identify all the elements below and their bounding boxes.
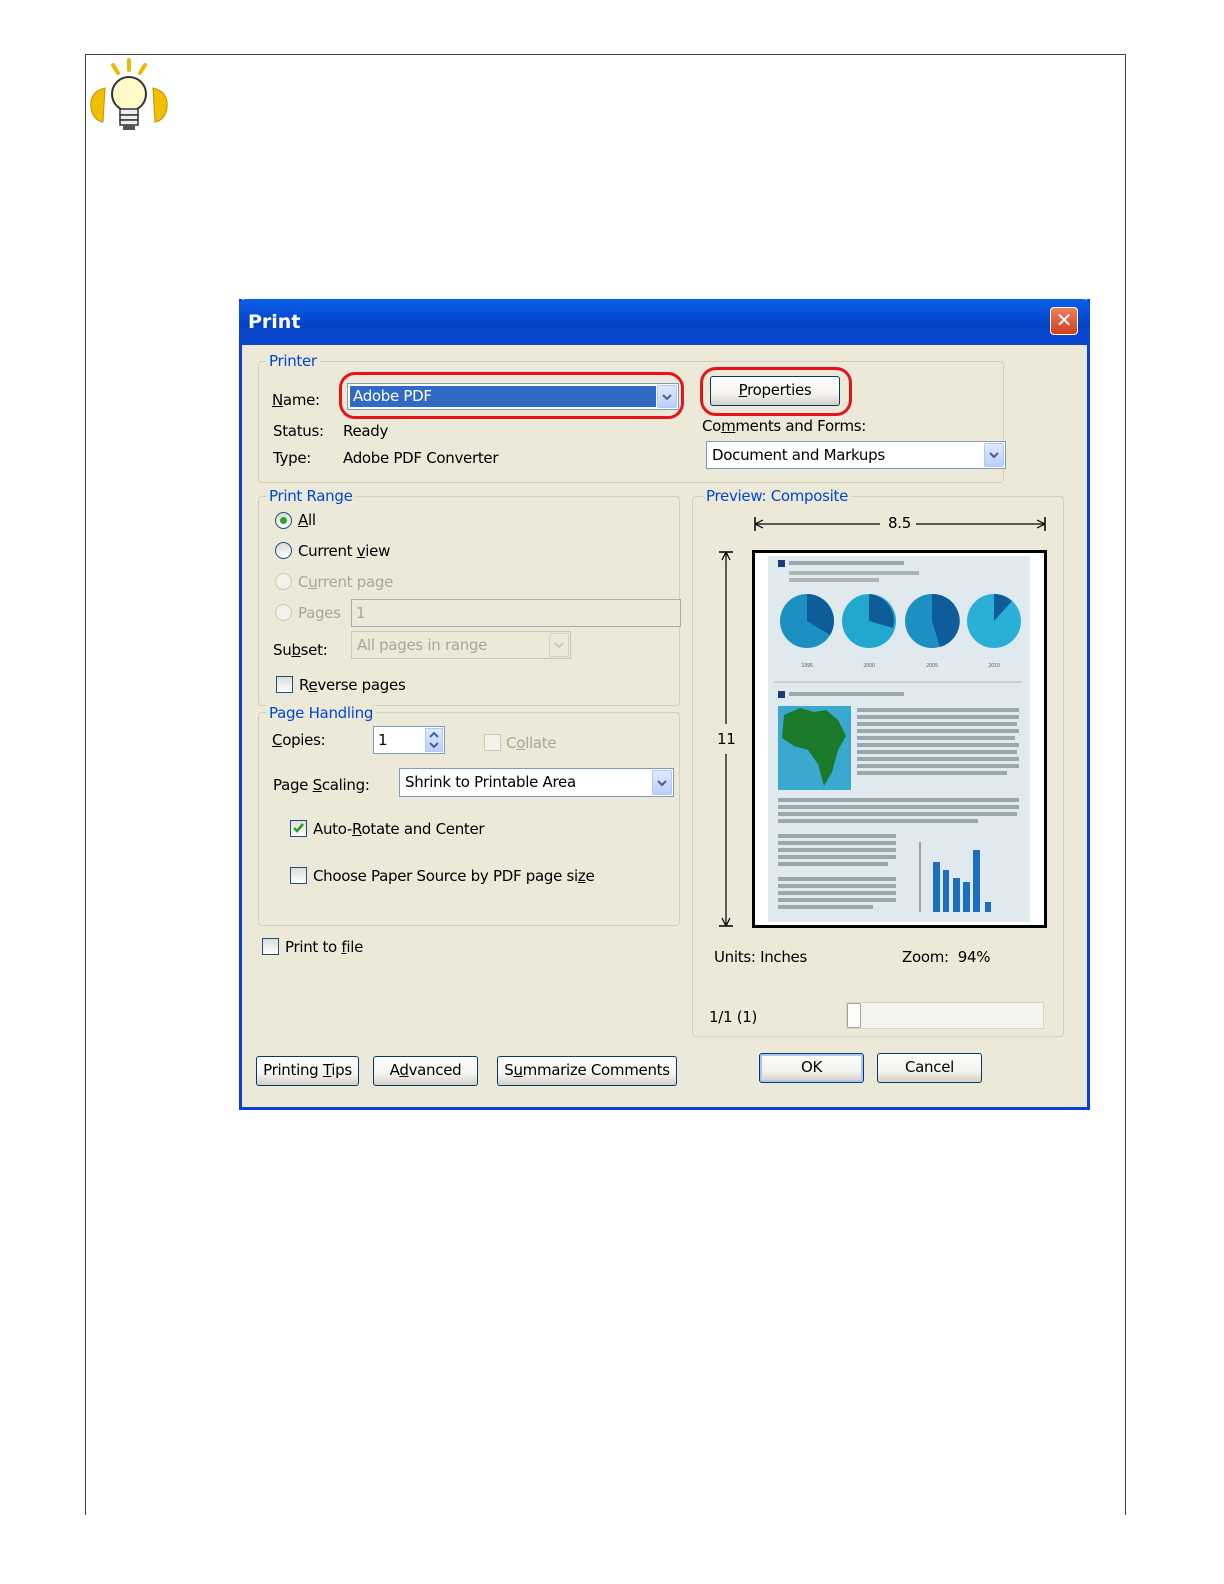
- pages-radio[interactable]: [275, 604, 292, 621]
- subset-label: Subset:: [273, 641, 328, 659]
- all-label[interactable]: All: [298, 511, 316, 529]
- scaling-select[interactable]: Shrink to Printable Area: [399, 768, 674, 797]
- chevron-down-icon[interactable]: [984, 443, 1004, 467]
- page-indicator: 1/1 (1): [709, 1008, 758, 1026]
- print-to-file-checkbox[interactable]: [262, 938, 279, 955]
- cancel-button[interactable]: Cancel: [877, 1053, 982, 1083]
- name-highlight-ring: [339, 372, 684, 419]
- pages-label: Pages: [298, 604, 341, 622]
- lightbulb-icon: [90, 58, 168, 130]
- slider-thumb[interactable]: [847, 1003, 861, 1028]
- year-label-2: 2000: [863, 663, 875, 669]
- subset-select[interactable]: All pages in range: [351, 631, 571, 659]
- year-label-4: 2010: [988, 663, 1000, 669]
- advanced-button[interactable]: Advanced: [373, 1056, 478, 1086]
- page-preview: 1995 2000 2005 2010: [752, 550, 1047, 928]
- scaling-label: Page Scaling:: [273, 776, 370, 794]
- summarize-comments-button[interactable]: Summarize Comments: [497, 1056, 677, 1086]
- pages-value: 1: [356, 604, 366, 622]
- title-bar: Print ✕: [239, 299, 1090, 345]
- chevron-down-icon[interactable]: [652, 770, 672, 795]
- all-radio[interactable]: [275, 512, 292, 529]
- comments-label: Comments and Forms:: [702, 417, 867, 435]
- printing-tips-button[interactable]: Printing Tips: [256, 1056, 359, 1086]
- comments-select[interactable]: Document and Markups: [706, 441, 1006, 469]
- properties-highlight-ring: [700, 367, 852, 416]
- zoom-label: Zoom: 94%: [902, 948, 991, 966]
- auto-rotate-label[interactable]: Auto-Rotate and Center: [313, 820, 485, 838]
- collate-checkbox[interactable]: [484, 734, 501, 751]
- type-label: Type:: [273, 449, 312, 467]
- type-value: Adobe PDF Converter: [343, 449, 499, 467]
- dialog-title: Print: [248, 311, 301, 333]
- ok-button[interactable]: OK: [759, 1053, 864, 1083]
- year-label-3: 2005: [926, 663, 938, 669]
- spin-arrows-icon[interactable]: [425, 728, 443, 752]
- preview-legend: Preview: Composite: [703, 487, 852, 505]
- name-label: Name:: [272, 391, 320, 409]
- copies-stepper[interactable]: 1: [373, 726, 445, 754]
- choose-paper-checkbox[interactable]: [290, 867, 307, 884]
- width-label: 8.5: [888, 514, 911, 532]
- reverse-pages-checkbox[interactable]: [276, 676, 293, 693]
- copies-value: 1: [378, 731, 388, 749]
- print-dialog: Print ✕ Printer Name: Adobe PDF Status: …: [239, 299, 1090, 1110]
- page-slider[interactable]: [846, 1002, 1044, 1029]
- page-handling-legend: Page Handling: [266, 704, 377, 722]
- checkmark-icon: [293, 823, 304, 833]
- collate-label: Collate: [506, 734, 557, 752]
- close-icon[interactable]: ✕: [1050, 307, 1078, 335]
- copies-label: Copies:: [272, 731, 326, 749]
- year-label-1: 1995: [801, 663, 813, 669]
- auto-rotate-checkbox[interactable]: [290, 820, 307, 837]
- scaling-value: Shrink to Printable Area: [405, 773, 576, 791]
- printer-legend: Printer: [266, 352, 320, 370]
- height-label: 11: [717, 730, 736, 748]
- chevron-down-icon[interactable]: [549, 633, 569, 657]
- print-to-file-label[interactable]: Print to file: [285, 938, 363, 956]
- current-view-label[interactable]: Current view: [298, 542, 390, 560]
- current-view-radio[interactable]: [275, 542, 292, 559]
- pages-input[interactable]: 1: [351, 599, 681, 627]
- subset-value: All pages in range: [357, 636, 488, 654]
- comments-value: Document and Markups: [712, 446, 885, 464]
- print-range-legend: Print Range: [266, 487, 356, 505]
- status-label: Status:: [273, 422, 324, 440]
- reverse-pages-label[interactable]: Reverse pages: [299, 676, 406, 694]
- current-page-radio[interactable]: [275, 573, 292, 590]
- units-label: Units: Inches: [714, 948, 807, 966]
- status-value: Ready: [343, 422, 389, 440]
- current-page-label: Current page: [298, 573, 393, 591]
- choose-paper-label[interactable]: Choose Paper Source by PDF page size: [313, 867, 595, 885]
